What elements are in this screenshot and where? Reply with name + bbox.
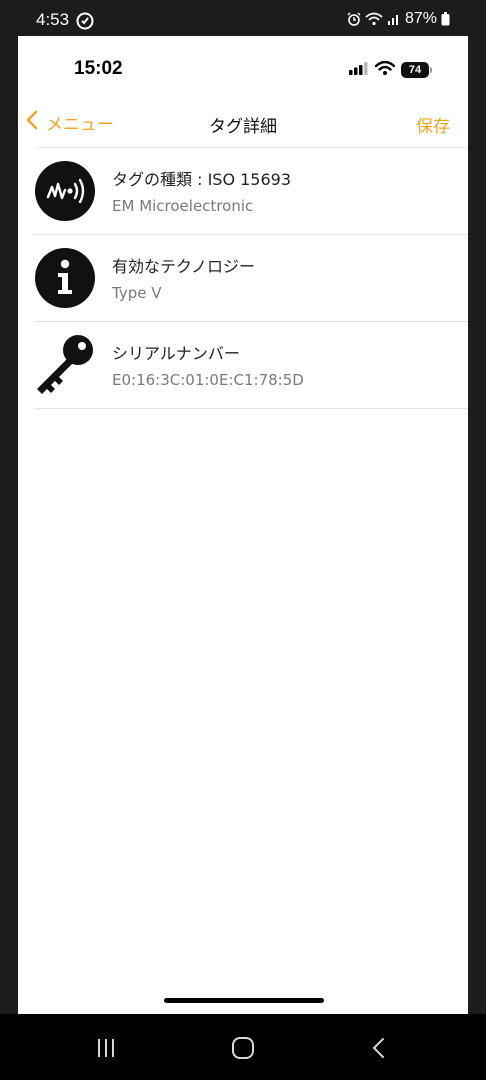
android-status-bar: 4:53 87%: [0, 0, 486, 38]
alarm-icon: [347, 12, 361, 26]
key-icon: [34, 334, 96, 396]
home-icon[interactable]: [229, 1034, 257, 1062]
cell-signal-icon: [349, 60, 369, 79]
serial-number-label: シリアルナンバー: [112, 344, 240, 363]
save-button[interactable]: 保存: [416, 112, 450, 137]
android-clock: 4:53: [36, 10, 70, 29]
cell-signal-icon: [387, 12, 401, 26]
battery-percent: 87%: [404, 10, 437, 27]
android-navigation-bar: [0, 1014, 486, 1080]
technology-value: Type V: [112, 284, 162, 302]
navigation-bar: メニュー タグ詳細 保存: [18, 100, 468, 148]
battery-level: 74: [401, 61, 429, 78]
page-title: タグ詳細: [209, 117, 277, 137]
tag-type-label: タグの種類 : ISO 15693: [112, 170, 292, 189]
technology-label: 有効なテクノロジー: [112, 257, 256, 276]
list-item-technology[interactable]: 有効なテクノロジー Type V: [34, 235, 468, 322]
wifi-icon: [374, 60, 396, 79]
ios-clock: 15:02: [74, 58, 123, 79]
home-indicator[interactable]: [164, 998, 324, 1003]
tag-detail-list: タグの種類 : ISO 15693 EM Microelectronic 有効な…: [18, 148, 468, 409]
battery-icon: [441, 12, 450, 26]
list-item-serial-number[interactable]: シリアルナンバー E0:16:3C:01:0E:C1:78:5D: [34, 322, 468, 409]
wifi-icon: [365, 12, 383, 26]
app-screen: 15:02 74 メニュー タグ詳細 保存 タグの種類: ISO 15693 …: [18, 36, 468, 1014]
tag-type-value: EM Microelectronic: [112, 197, 254, 215]
recent-apps-icon[interactable]: [92, 1034, 120, 1062]
serial-number-value: E0:16:3C:01:0E:C1:78:5D: [112, 371, 304, 389]
battery-icon: 74: [401, 61, 432, 78]
ios-status-bar: 15:02 74: [18, 36, 468, 96]
list-item-tag-type[interactable]: タグの種類 : ISO 15693 EM Microelectronic: [34, 148, 468, 235]
notification-icon: [76, 12, 94, 30]
back-icon[interactable]: [366, 1034, 394, 1062]
nfc-wave-icon: [34, 160, 96, 222]
info-icon: [34, 247, 96, 309]
